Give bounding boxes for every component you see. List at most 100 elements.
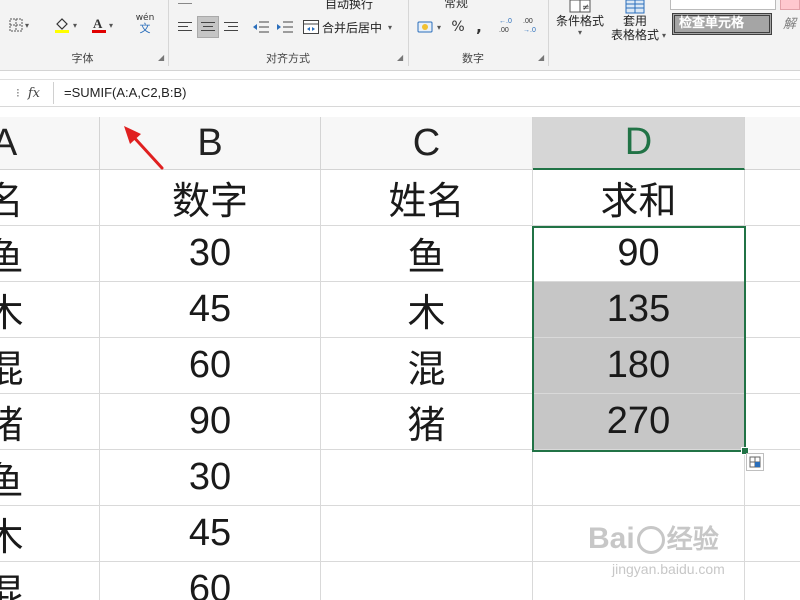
cell-d[interactable]: 180	[533, 338, 745, 394]
cell-a[interactable]: 混	[0, 562, 100, 600]
borders-button[interactable]: ▾	[8, 14, 30, 36]
chevron-down-icon: ▾	[662, 31, 667, 40]
cell-d[interactable]: 135	[533, 282, 745, 338]
font-color-button[interactable]: A ▾	[88, 14, 116, 36]
align-left-icon	[178, 21, 192, 33]
formula-bar: ⁝ fx =SUMIF(A:A,C2,B:B)	[0, 79, 800, 107]
phonetic-button[interactable]: wén 文	[130, 10, 160, 38]
table-format-label-2: 表格格式	[610, 28, 659, 42]
style-bad-cell[interactable]	[780, 0, 800, 10]
cell-a[interactable]: 木	[0, 282, 100, 338]
align-right-button[interactable]	[220, 16, 242, 38]
watermark-brand-text: Bai	[588, 522, 635, 555]
fill-color-button[interactable]: ▾	[52, 14, 78, 36]
cell-d[interactable]	[533, 450, 745, 506]
column-header-e[interactable]	[745, 117, 800, 170]
cell-c[interactable]: 鱼	[321, 226, 533, 282]
cell-a[interactable]: 混	[0, 338, 100, 394]
cell-c[interactable]: 木	[321, 282, 533, 338]
chevron-down-icon: ▾	[577, 28, 582, 37]
cell-a[interactable]: 鱼	[0, 450, 100, 506]
merge-center-button[interactable]: 合并后居中 ▾	[303, 16, 405, 38]
group-label-alignment: 对齐方式	[266, 52, 310, 65]
font-color-icon: A	[91, 16, 106, 33]
svg-text:.00: .00	[523, 18, 533, 25]
align-center-icon	[201, 21, 215, 33]
column-header-c[interactable]: C	[321, 117, 533, 170]
cell-b[interactable]: 数字	[100, 170, 321, 226]
align-left-button[interactable]	[174, 16, 196, 38]
conditional-format-button[interactable]: ≠ 条件格式 ▾	[552, 0, 608, 37]
formula-input[interactable]: =SUMIF(A:A,C2,B:B)	[53, 82, 800, 104]
cell-d[interactable]: 90	[533, 226, 745, 282]
cell-b[interactable]: 45	[100, 506, 321, 562]
cell-c[interactable]	[321, 506, 533, 562]
cell-a[interactable]: 猪	[0, 394, 100, 450]
svg-text:→.0: →.0	[523, 27, 536, 34]
cell-d[interactable]: 求和	[533, 170, 745, 226]
cell-e[interactable]	[745, 562, 800, 600]
decrease-indent-button[interactable]	[250, 16, 272, 38]
ribbon: ▾ ▾ A ▾ wén 文 字体 ◢ 自动换行 合并后居中 ▾ 对齐方式 ◢ 常…	[0, 0, 800, 71]
dialog-launcher-icon[interactable]: ◢	[538, 54, 546, 62]
style-explanatory-cell[interactable]: 解	[780, 14, 800, 36]
merge-center-label: 合并后居中	[322, 20, 383, 35]
cell-e[interactable]	[745, 506, 800, 562]
svg-text:≠: ≠	[582, 3, 590, 13]
cell-d[interactable]: 270	[533, 394, 745, 450]
chevron-down-icon: ▾	[436, 22, 441, 32]
increase-decimal-button[interactable]: ←.0 .00	[498, 14, 520, 36]
column-header-a[interactable]: A	[0, 117, 100, 170]
cell-b[interactable]: 60	[100, 562, 321, 600]
chevron-down-icon: ▾	[24, 20, 29, 30]
align-center-button[interactable]	[197, 16, 219, 38]
conditional-format-icon: ≠	[569, 0, 591, 13]
borders-icon	[9, 18, 23, 32]
wrap-text-label: 自动换行	[325, 0, 374, 11]
cell-c[interactable]	[321, 450, 533, 506]
phonetic-sub: 文	[139, 22, 151, 35]
style-check-cell[interactable]: 检查单元格	[672, 13, 772, 35]
dialog-launcher-icon[interactable]: ◢	[397, 54, 405, 62]
cell-e[interactable]	[745, 226, 800, 282]
cell-a[interactable]: 鱼	[0, 226, 100, 282]
percent-button[interactable]: %	[448, 16, 468, 38]
cell-e[interactable]	[745, 338, 800, 394]
cell-e[interactable]	[745, 170, 800, 226]
chevron-down-icon: ▾	[72, 20, 77, 30]
number-format-dropdown[interactable]: 常规	[414, 0, 544, 12]
column-header-label: A	[0, 121, 18, 164]
cell-a[interactable]: 木	[0, 506, 100, 562]
watermark-brand: Bai 经验	[588, 519, 719, 556]
comma-button[interactable]: ,	[470, 16, 488, 38]
column-header-d[interactable]: D	[533, 117, 745, 170]
cell-b[interactable]: 60	[100, 338, 321, 394]
cell-c[interactable]	[321, 562, 533, 600]
cell-c[interactable]: 混	[321, 338, 533, 394]
cell-b[interactable]: 90	[100, 394, 321, 450]
insert-function-button[interactable]: fx	[28, 86, 40, 101]
table-format-label-1: 套用	[622, 14, 647, 28]
cell-a[interactable]: 名	[0, 170, 100, 226]
cell-b[interactable]: 45	[100, 282, 321, 338]
format-as-table-button[interactable]: 套用 表格格式	[604, 0, 666, 42]
watermark-brand-cn: 经验	[666, 524, 719, 554]
cell-b[interactable]: 30	[100, 450, 321, 506]
wrap-text-button[interactable]: 自动换行	[305, 0, 395, 14]
cell-c[interactable]: 猪	[321, 394, 533, 450]
group-label-font: 字体	[71, 52, 94, 65]
dialog-launcher-icon[interactable]: ◢	[158, 54, 166, 62]
table-format-icon	[625, 0, 645, 14]
cell-e[interactable]	[745, 394, 800, 450]
quick-analysis-icon	[749, 456, 761, 468]
decrease-decimal-button[interactable]: .00 →.0	[522, 14, 544, 36]
increase-indent-button[interactable]	[274, 16, 296, 38]
spreadsheet-grid: A B C D 名数字姓名求和鱼30鱼90木45木135混60混180猪90猪2…	[0, 117, 800, 600]
quick-analysis-button[interactable]	[746, 453, 764, 471]
cell-c[interactable]: 姓名	[321, 170, 533, 226]
style-normal-cell[interactable]	[670, 0, 776, 10]
cell-b[interactable]: 30	[100, 226, 321, 282]
accounting-format-button[interactable]: ▾	[414, 16, 444, 38]
group-divider	[548, 0, 549, 66]
cell-e[interactable]	[745, 282, 800, 338]
